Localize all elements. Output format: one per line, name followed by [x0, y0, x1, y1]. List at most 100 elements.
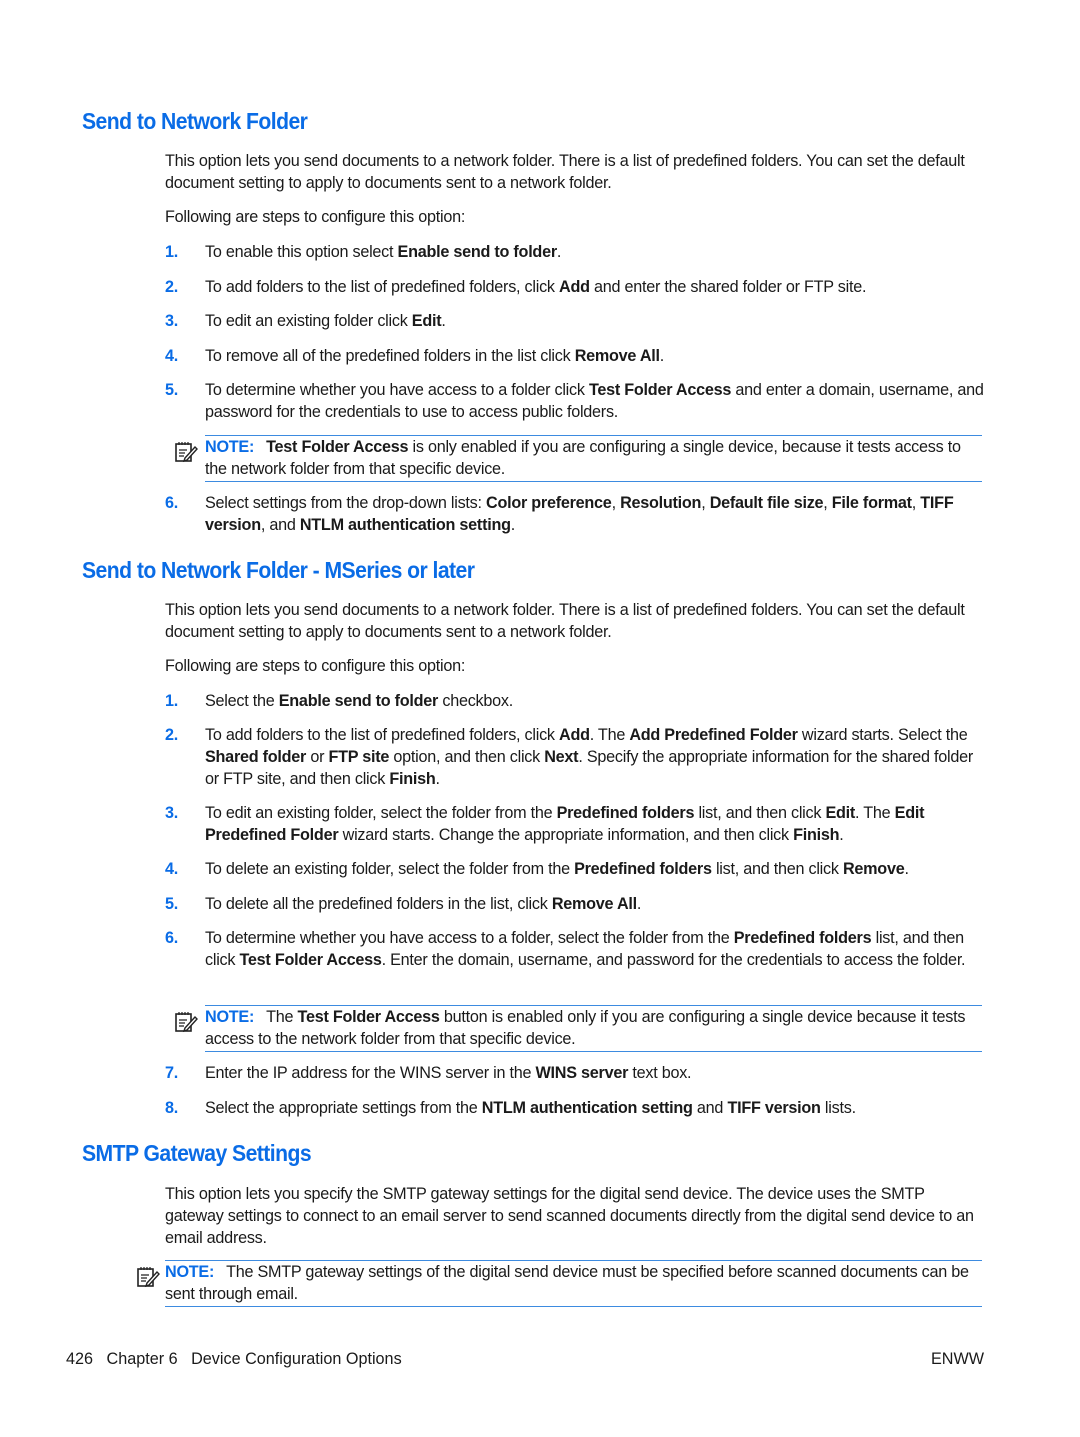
note-label: NOTE: — [165, 1263, 215, 1281]
text-run: To add folders to the list of predefined… — [205, 278, 560, 296]
list-item: 8. Select the appropriate settings from t… — [165, 1097, 985, 1119]
emphasized-term: FTP site — [328, 748, 390, 766]
step-text: Select settings from the drop-down lists… — [205, 492, 985, 536]
step-number: 1. — [165, 692, 179, 710]
list-item: 3. To edit an existing folder click Edit. — [165, 310, 985, 332]
text-run: and — [692, 1099, 728, 1117]
emphasized-term: Finish — [793, 826, 840, 844]
list-item: 1. Select the Enable send to folder check… — [165, 690, 985, 712]
emphasized-term: Enable send to folder — [278, 692, 439, 710]
step-number: 6. — [165, 494, 179, 512]
step-number: 7. — [165, 1064, 179, 1082]
list-item: 4. To remove all of the predefined folder… — [165, 345, 985, 367]
step-text: To edit an existing folder, select the f… — [205, 802, 985, 846]
emphasized-term: Edit — [411, 312, 442, 330]
step-number: 3. — [165, 804, 179, 822]
text-run: . The — [855, 804, 895, 822]
step-text: To enable this option select Enable send… — [205, 241, 985, 263]
emphasized-term: WINS server — [535, 1064, 629, 1082]
list-item: 2. To add folders to the list of predefin… — [165, 724, 985, 790]
emphasized-term: Add Predefined Folder — [629, 726, 798, 744]
note-pencil-icon — [174, 1010, 198, 1034]
list-item: 5. To determine whether you have access t… — [165, 379, 985, 423]
emphasized-term: Test Folder Access — [588, 381, 732, 399]
emphasized-term: Finish — [389, 770, 436, 788]
list-item: 6. To determine whether you have access t… — [165, 927, 985, 971]
emphasized-term: Test Folder Access — [297, 1008, 440, 1026]
emphasized-term: Test Folder Access — [266, 438, 409, 456]
text-run: To enable this option select — [205, 243, 398, 261]
step-number: 8. — [165, 1099, 179, 1117]
text-run: wizard starts. Select the — [797, 726, 968, 744]
emphasized-term: NTLM authentication setting — [299, 516, 511, 534]
step-text: To remove all of the predefined folders … — [205, 345, 985, 367]
section-heading: Send to Network Folder - MSeries or late… — [82, 557, 475, 583]
text-run: wizard starts. Change the appropriate in… — [338, 826, 794, 844]
note-box: NOTE: Test Folder Access is only enabled … — [205, 435, 982, 482]
page-footer-left: 426 Chapter 6 Device Configuration Optio… — [66, 1350, 402, 1369]
step-text: To determine whether you have access to … — [205, 379, 985, 423]
text-run: . — [441, 312, 446, 330]
text-run: To delete an existing folder, select the… — [205, 860, 575, 878]
document-page: Send to Network Folder This option lets … — [0, 0, 1080, 1437]
list-item: 6. Select settings from the drop-down lis… — [165, 492, 985, 536]
step-text: To add folders to the list of predefined… — [205, 724, 985, 790]
note-label: NOTE: — [205, 438, 255, 456]
text-run: checkbox. — [438, 692, 513, 710]
text-run: or — [306, 748, 329, 766]
emphasized-term: Predefined folders — [574, 860, 712, 878]
list-item: 3. To edit an existing folder, select the… — [165, 802, 985, 846]
emphasized-term: Enable send to folder — [397, 243, 558, 261]
text-run: . — [904, 860, 909, 878]
note-pencil-icon — [136, 1265, 160, 1289]
text-run: text box. — [628, 1064, 692, 1082]
section-heading: Send to Network Folder — [82, 108, 308, 134]
text-run: . — [510, 516, 516, 534]
step-text: To delete all the predefined folders in … — [205, 893, 985, 915]
text-run: lists. — [820, 1099, 856, 1117]
step-text: To edit an existing folder click Edit. — [205, 310, 985, 332]
emphasized-term: Remove — [842, 860, 905, 878]
step-number: 6. — [165, 929, 179, 947]
step-text: Select the Enable send to folder checkbo… — [205, 690, 985, 712]
text-run: To delete all the predefined folders in … — [205, 895, 552, 913]
emphasized-term: Edit — [825, 804, 856, 822]
chapter-label: Chapter 6 — [106, 1350, 178, 1368]
text-run: option, and then click — [389, 748, 545, 766]
emphasized-term: Remove All — [574, 347, 660, 365]
text-run: To edit an existing folder, select the f… — [205, 804, 557, 822]
step-number: 5. — [165, 381, 179, 399]
list-item: 5. To delete all the predefined folders i… — [165, 893, 985, 915]
step-text: To add folders to the list of predefined… — [205, 276, 985, 298]
text-run: . — [636, 895, 642, 913]
section-intro: This option lets you specify the SMTP ga… — [165, 1185, 974, 1247]
note-text: The SMTP gateway settings of the digital… — [165, 1263, 969, 1303]
step-number: 1. — [165, 243, 179, 261]
text-run: , — [701, 494, 710, 512]
emphasized-term: Predefined folders — [556, 804, 695, 822]
section-heading: SMTP Gateway Settings — [82, 1140, 312, 1166]
text-run: list, and then click — [694, 804, 826, 822]
emphasized-term: NTLM authentication setting — [481, 1099, 693, 1117]
emphasized-term: Color preference — [486, 494, 612, 512]
text-run: . — [556, 243, 562, 261]
text-run: Enter the IP address for the WINS server… — [205, 1064, 536, 1082]
emphasized-term: Remove All — [551, 895, 637, 913]
text-run: To remove all of the predefined folders … — [205, 347, 575, 365]
text-run: To add folders to the list of predefined… — [205, 726, 560, 744]
step-text: Select the appropriate settings from the… — [205, 1097, 985, 1119]
text-run: . — [435, 770, 441, 788]
emphasized-term: Next — [544, 748, 579, 766]
text-run: list, and then click — [711, 860, 843, 878]
step-number: 2. — [165, 726, 179, 744]
text-run: . — [839, 826, 844, 844]
steps-intro: Following are steps to configure this op… — [165, 208, 466, 226]
step-number: 5. — [165, 895, 179, 913]
note-label: NOTE: — [205, 1008, 255, 1026]
note-box: NOTE: The Test Folder Access button is en… — [205, 1005, 982, 1052]
text-run: . — [659, 347, 665, 365]
emphasized-term: File format — [831, 494, 912, 512]
emphasized-term: Default file size — [709, 494, 824, 512]
text-run: Select settings from the drop-down lists… — [205, 494, 487, 512]
note-box: NOTE: The SMTP gateway settings of the di… — [165, 1260, 982, 1307]
